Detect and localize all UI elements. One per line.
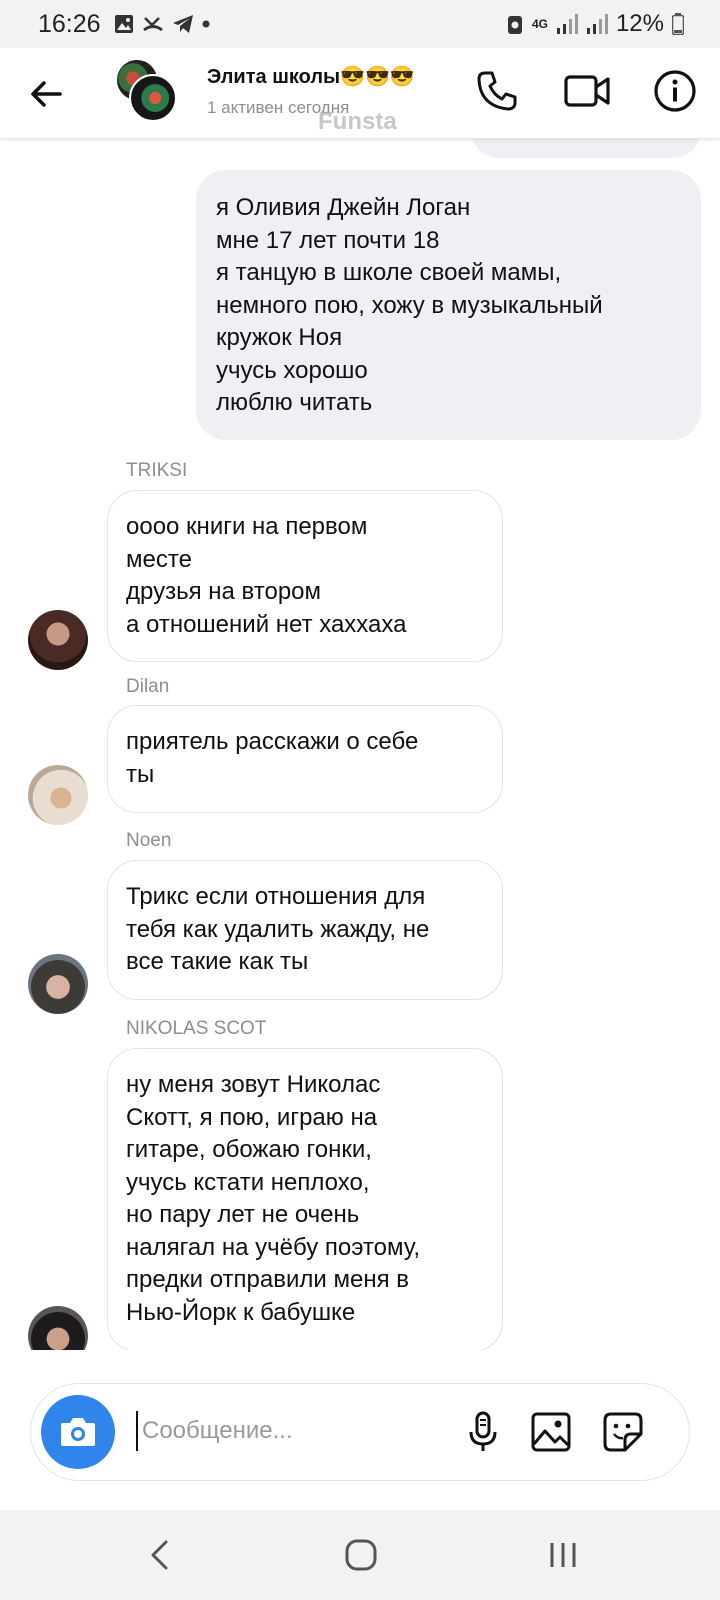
phone-icon[interactable]: [474, 68, 520, 114]
status-time: 16:26: [38, 10, 101, 38]
message-bubble-incoming[interactable]: ну меня зовут Николас Скотт, я пою, игра…: [107, 1048, 503, 1350]
status-right: 4G 12%: [506, 10, 684, 38]
message-text: я Оливия Джейн Логан мне 17 лет почти 18…: [216, 194, 603, 416]
missed-call-icon: [143, 17, 163, 32]
info-icon[interactable]: [652, 68, 698, 114]
sender-name: Noen: [126, 830, 172, 851]
nav-recents-icon[interactable]: [540, 1532, 586, 1578]
message-input[interactable]: [136, 1411, 442, 1451]
signal-icon: [556, 14, 578, 34]
message-bubble-outgoing[interactable]: я Оливия Джейн Логан мне 17 лет почти 18…: [196, 170, 701, 440]
avatar[interactable]: [28, 765, 88, 825]
message-text: ну меня зовут Николас Скотт, я пою, игра…: [126, 1071, 421, 1326]
gallery-notification-icon: [115, 15, 133, 33]
message-bubble-outgoing-partial[interactable]: [470, 138, 702, 158]
watermark: Funsta: [318, 108, 397, 135]
battery-icon: [672, 13, 684, 35]
group-avatar[interactable]: [115, 58, 177, 122]
avatar[interactable]: [28, 1306, 88, 1350]
avatar: [129, 74, 177, 122]
gallery-icon[interactable]: [529, 1410, 573, 1454]
telegram-icon: [173, 15, 193, 33]
avatar[interactable]: [28, 610, 88, 670]
message-text: оооо книги на первом месте друзья на вто…: [126, 513, 407, 638]
dot-icon: [202, 20, 210, 28]
message-text: Трикс если отношения для тебя как удалит…: [126, 883, 430, 975]
sender-name: TRIKSI: [126, 460, 188, 481]
camera-button[interactable]: [41, 1395, 115, 1469]
network-type: 4G: [531, 17, 548, 31]
signal-icon-2: [586, 14, 608, 34]
avatar[interactable]: [28, 954, 88, 1014]
message-text: приятель расскажи о себе ты: [126, 728, 419, 788]
back-arrow-icon[interactable]: [26, 74, 66, 114]
message-bubble-incoming[interactable]: Трикс если отношения для тебя как удалит…: [107, 860, 503, 1000]
message-list[interactable]: я Оливия Джейн Логан мне 17 лет почти 18…: [0, 138, 720, 1350]
sticker-icon[interactable]: [601, 1410, 645, 1454]
battery-percent: 12%: [615, 10, 664, 37]
data-saver-icon: [507, 16, 522, 34]
message-bubble-incoming[interactable]: оооо книги на первом месте друзья на вто…: [107, 490, 503, 662]
nav-back-icon[interactable]: [138, 1532, 184, 1578]
video-camera-icon[interactable]: [563, 68, 611, 114]
message-bubble-incoming[interactable]: приятель расскажи о себе ты: [107, 705, 503, 813]
system-nav-bar: [0, 1510, 720, 1600]
nav-home-icon[interactable]: [338, 1532, 384, 1578]
chat-title[interactable]: Элита школы😎😎😎: [207, 64, 415, 89]
sender-name: NIKOLAS SCOT: [126, 1018, 267, 1039]
message-composer: [30, 1383, 690, 1481]
camera-icon: [61, 1418, 95, 1446]
status-bar: 16:26 4G 12%: [0, 0, 720, 48]
microphone-icon[interactable]: [461, 1410, 505, 1454]
notification-icons: [114, 12, 210, 36]
sender-name: Dilan: [126, 676, 170, 697]
